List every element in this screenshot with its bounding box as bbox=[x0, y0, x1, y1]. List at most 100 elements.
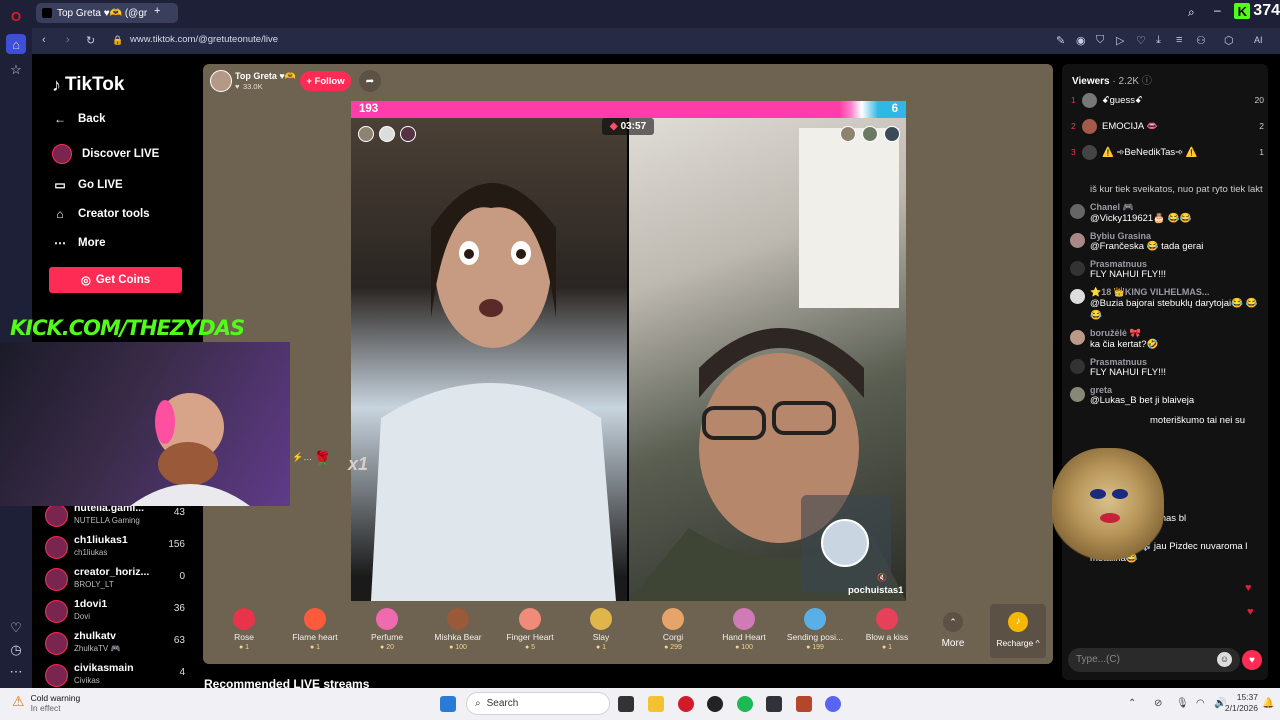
top-viewer[interactable]: 3 ⚠️ ➾BeNedikTas➾ ⚠️ 1 bbox=[1071, 144, 1264, 162]
camera-icon[interactable]: ◉ bbox=[1076, 34, 1086, 47]
star-icon[interactable]: ☆ bbox=[6, 60, 26, 80]
edit-icon[interactable]: ✎ bbox=[1056, 34, 1065, 47]
task-view-icon[interactable] bbox=[618, 696, 634, 712]
supporter-avatar[interactable] bbox=[379, 126, 395, 142]
shield-icon[interactable]: ⛉ bbox=[1096, 34, 1104, 47]
chat-message: Prasmatnuus FLY NAHUI FLY!!! bbox=[1068, 259, 1263, 281]
gift-item[interactable]: Corgi ● 299 bbox=[637, 604, 709, 662]
account-item[interactable]: creator_horiz... BROLY_LT 0 bbox=[45, 566, 195, 594]
account-item[interactable]: nutella.gami... NUTELLA Gaming 43 bbox=[45, 502, 195, 530]
top-viewer[interactable]: 2 EMOCIJA 👄 2 bbox=[1071, 118, 1264, 136]
get-coins-button[interactable]: ◎ Get Coins bbox=[49, 267, 182, 293]
obs-icon[interactable] bbox=[707, 696, 723, 712]
discord-icon[interactable] bbox=[825, 696, 841, 712]
shield-app-icon[interactable] bbox=[796, 696, 812, 712]
chat-username[interactable]: boružėlė 🎀 bbox=[1090, 328, 1263, 339]
chat-username[interactable]: Prasmatnuus bbox=[1090, 259, 1263, 269]
gift-item[interactable]: Rose ● 1 bbox=[208, 604, 280, 662]
back-arrow-icon[interactable]: ‹ bbox=[42, 34, 46, 46]
supporter-avatar[interactable] bbox=[400, 126, 416, 142]
nav-back[interactable]: ← Back bbox=[52, 112, 106, 126]
chat-avatar[interactable] bbox=[1070, 233, 1085, 248]
menu-icon[interactable]: ≡ bbox=[1176, 34, 1182, 46]
guest-pip[interactable]: 🔇 bbox=[801, 495, 891, 593]
share-icon[interactable]: ➦ bbox=[359, 70, 381, 92]
clock[interactable]: 15:37 2/1/2026 bbox=[1225, 692, 1258, 714]
notification-icon[interactable]: 🔔 bbox=[1262, 698, 1274, 709]
recharge-button[interactable]: ♪ Recharge ^ bbox=[990, 604, 1046, 658]
nav-go-live[interactable]: ▭ Go LIVE bbox=[52, 178, 122, 192]
supporter-avatar[interactable] bbox=[840, 126, 856, 142]
tiktok-logo[interactable]: ♪ TikTok bbox=[52, 74, 124, 96]
more-icon[interactable]: ⋯ bbox=[6, 662, 26, 682]
weather-widget[interactable]: ⚠ Cold warning In effect bbox=[12, 693, 80, 713]
opera-taskbar-icon[interactable] bbox=[678, 696, 694, 712]
profile-icon[interactable]: ⚇ bbox=[1196, 34, 1206, 47]
account-item[interactable]: civikasmain Civikas 4 bbox=[45, 662, 195, 690]
taskbar-search[interactable]: ⌕ Search bbox=[466, 692, 610, 715]
play-icon[interactable]: ▷ bbox=[1116, 34, 1124, 47]
gift-item[interactable]: Blow a kiss ● 1 bbox=[851, 604, 923, 662]
file-explorer-icon[interactable] bbox=[648, 696, 664, 712]
network-off-icon[interactable]: ⊘ bbox=[1154, 698, 1162, 709]
follow-button[interactable]: + Follow bbox=[300, 71, 351, 91]
chat-username[interactable]: ⭐18 👑KING VILHELMAS... bbox=[1090, 287, 1263, 298]
spotify-icon[interactable] bbox=[737, 696, 753, 712]
reload-icon[interactable]: ↻ bbox=[86, 34, 95, 47]
like-heart-button[interactable]: ♥ bbox=[1242, 650, 1262, 670]
gift-item[interactable]: Slay ● 1 bbox=[565, 604, 637, 662]
tray-chevron-icon[interactable]: ⌃ bbox=[1128, 698, 1136, 709]
nav-discover-live[interactable]: Discover LIVE bbox=[52, 144, 159, 164]
info-icon[interactable]: ⓘ bbox=[1142, 76, 1152, 87]
gift-item[interactable]: Perfume ● 20 bbox=[351, 604, 423, 662]
gift-item[interactable]: Mishka Bear ● 100 bbox=[422, 604, 494, 662]
more-gifts-button[interactable]: ⌃ More bbox=[932, 604, 974, 656]
gift-item[interactable]: Hand Heart ● 100 bbox=[708, 604, 780, 662]
extensions-icon[interactable]: ⬡ bbox=[1224, 34, 1234, 47]
chat-avatar[interactable] bbox=[1070, 387, 1085, 402]
chat-input[interactable]: Type...(C) ☺ bbox=[1068, 648, 1240, 672]
new-tab-button[interactable]: + bbox=[154, 5, 160, 17]
opera-logo-icon[interactable]: O bbox=[6, 6, 26, 26]
search-tabs-icon[interactable]: ⌕ bbox=[1188, 5, 1195, 20]
chat-avatar[interactable] bbox=[1070, 330, 1085, 345]
account-item[interactable]: zhulkatv ZhulkaTV 🎮 63 bbox=[45, 630, 195, 658]
chat-avatar[interactable] bbox=[1070, 289, 1085, 304]
account-item[interactable]: 1dovi1 Dovi 36 bbox=[45, 598, 195, 626]
gift-item[interactable]: Finger Heart ● 5 bbox=[494, 604, 566, 662]
forward-arrow-icon[interactable]: › bbox=[66, 34, 70, 46]
chat-username[interactable]: Bybiu Grasina bbox=[1090, 231, 1263, 241]
download-icon[interactable]: ⤓ bbox=[1156, 34, 1161, 47]
supporter-avatar[interactable] bbox=[884, 126, 900, 142]
app-icon[interactable] bbox=[766, 696, 782, 712]
home-icon[interactable]: ⌂ bbox=[6, 34, 26, 54]
chat-avatar[interactable] bbox=[1070, 359, 1085, 374]
chat-username[interactable]: Prasmatnuus bbox=[1090, 357, 1263, 367]
supporter-avatar[interactable] bbox=[862, 126, 878, 142]
nav-more[interactable]: ⋯ More bbox=[52, 236, 105, 250]
nav-creator-tools[interactable]: ⌂ Creator tools bbox=[52, 207, 149, 221]
supporter-avatar[interactable] bbox=[358, 126, 374, 142]
chat-avatar[interactable] bbox=[1070, 261, 1085, 276]
chat-username[interactable]: greta bbox=[1090, 385, 1263, 395]
history-icon[interactable]: ◷ bbox=[6, 640, 26, 660]
url-field[interactable]: www.tiktok.com/@gretuteonute/live bbox=[130, 34, 278, 45]
gift-item[interactable]: Sending posi... ● 199 bbox=[779, 604, 851, 662]
microphone-icon[interactable]: 🎙 bbox=[1176, 698, 1189, 709]
bookmark-heart-icon[interactable]: ♡ bbox=[1136, 34, 1146, 47]
gift-item[interactable]: Flame heart ● 1 bbox=[279, 604, 351, 662]
kick-viewer-count: 374 bbox=[1253, 2, 1280, 19]
emoji-icon[interactable]: ☺ bbox=[1217, 652, 1232, 667]
chat-avatar[interactable] bbox=[1070, 204, 1085, 219]
chat-username[interactable]: Chanel 🎮 bbox=[1090, 202, 1263, 213]
get-coins-label: Get Coins bbox=[95, 274, 151, 286]
account-item[interactable]: ch1liukas1 ch1liukas 156 bbox=[45, 534, 195, 562]
minimize-icon[interactable]: – bbox=[1214, 3, 1221, 17]
top-viewer[interactable]: 1 ꗃguessꗃ 20 bbox=[1071, 92, 1264, 110]
account-avatar bbox=[45, 600, 68, 623]
ai-button[interactable]: AI bbox=[1254, 35, 1263, 45]
wifi-icon[interactable]: ◠ bbox=[1196, 698, 1205, 709]
heart-icon[interactable]: ♡ bbox=[6, 618, 26, 638]
account-subtitle: ch1liukas bbox=[74, 548, 108, 557]
windows-start-icon[interactable] bbox=[440, 696, 456, 712]
